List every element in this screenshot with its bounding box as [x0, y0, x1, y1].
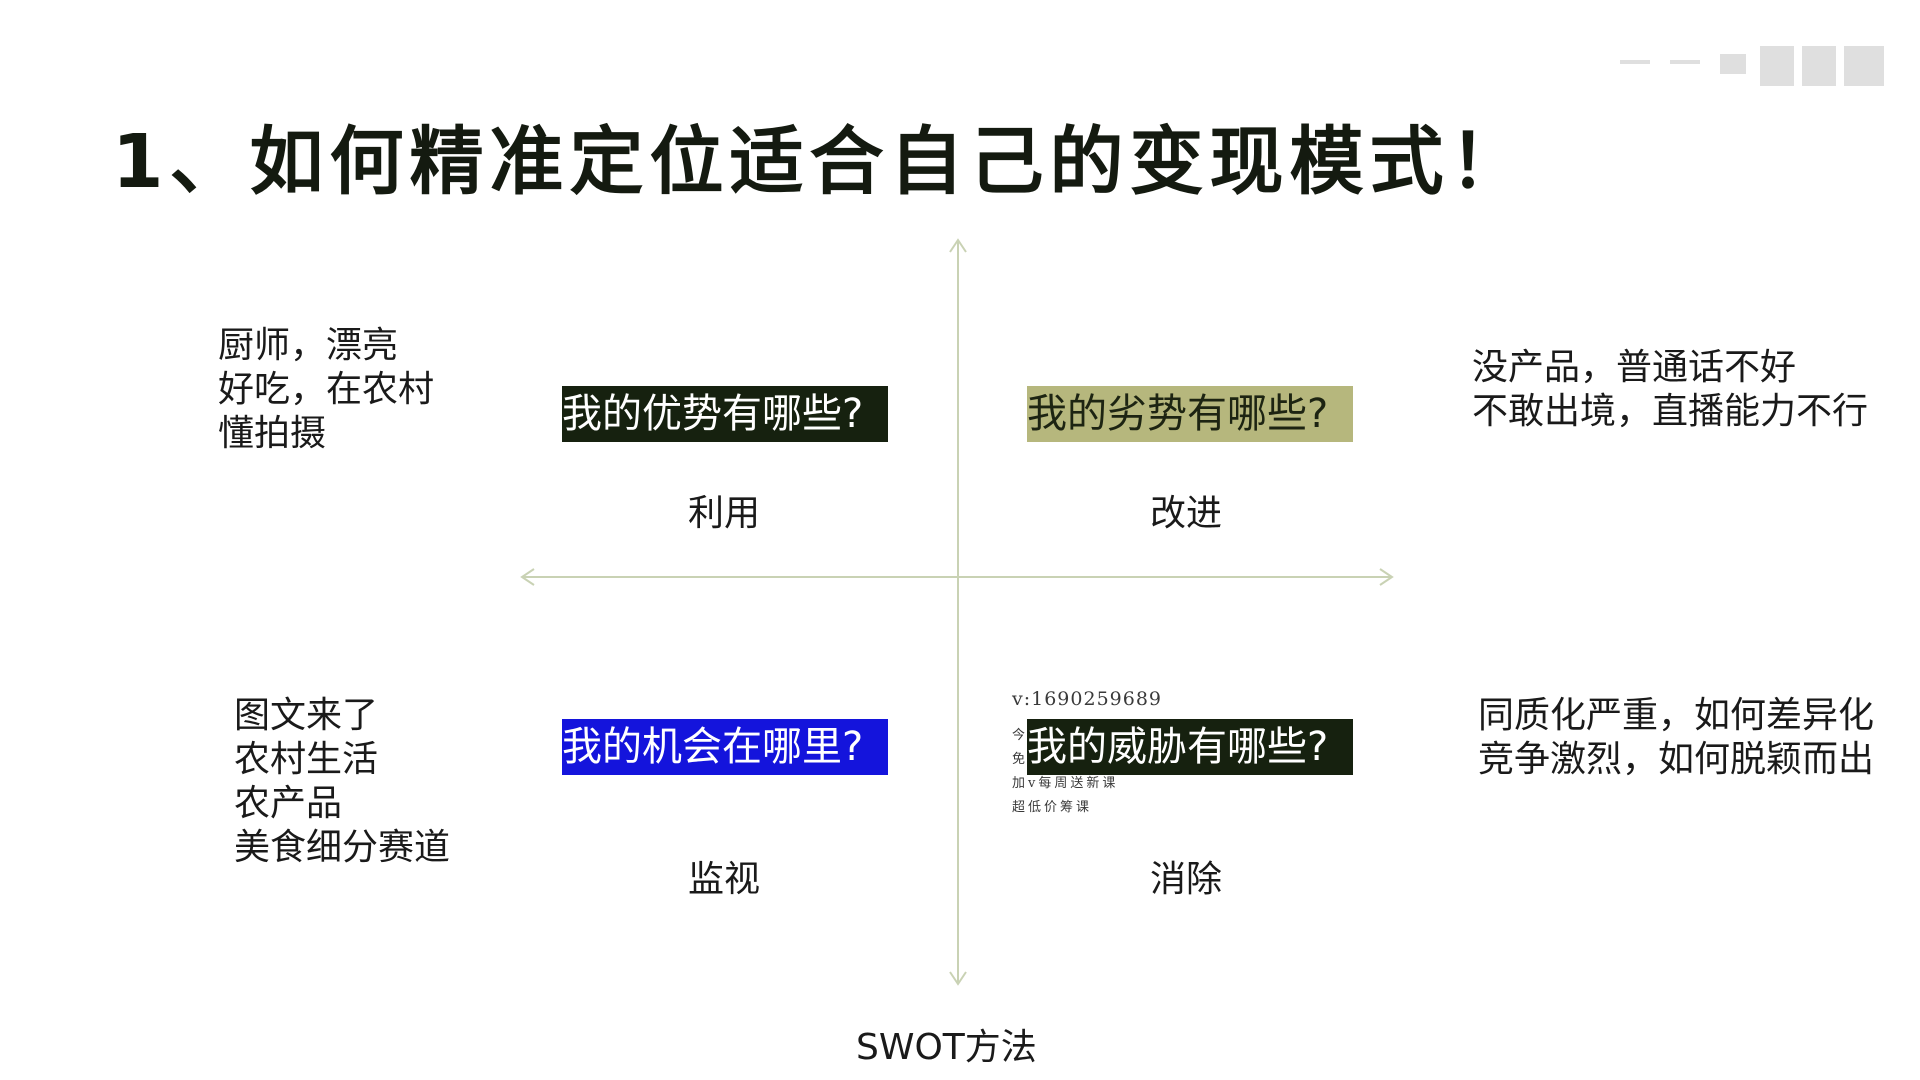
- strength-action: 利用: [688, 493, 761, 534]
- opportunity-note: 美食细分赛道: [234, 827, 451, 868]
- promo-line: 免: [1012, 752, 1029, 767]
- opportunity-note: 图文来了: [234, 695, 379, 736]
- threat-note: 同质化严重，如何差异化: [1478, 695, 1875, 736]
- strength-note: 好吃，在农村: [218, 369, 435, 410]
- weakness-question-box: 我的劣势有哪些?: [1027, 386, 1353, 442]
- swot-axes: [520, 238, 1394, 986]
- method-caption: SWOT方法: [856, 1027, 1037, 1068]
- promo-line: 加v每周送新课: [1012, 776, 1119, 791]
- threat-action: 消除: [1150, 859, 1223, 900]
- opportunity-question-box: 我的机会在哪里?: [562, 719, 888, 775]
- opportunity-note: 农村生活: [234, 739, 379, 780]
- weakness-note: 不敢出境，直播能力不行: [1472, 391, 1869, 432]
- slide: 1、如何精准定位适合自己的变现模式！ 厨师，漂亮 好吃，在农村 懂拍摄 我的优势…: [0, 0, 1920, 1080]
- strength-notes: 厨师，漂亮 好吃，在农村 懂拍摄: [218, 324, 434, 456]
- weakness-note: 没产品，普通话不好: [1472, 347, 1797, 388]
- strength-question-box: 我的优势有哪些?: [562, 386, 888, 442]
- weakness-action: 改进: [1150, 493, 1223, 534]
- opportunity-action: 监视: [688, 859, 761, 900]
- threat-question-box: 我的威胁有哪些?: [1027, 719, 1353, 775]
- promo-contact: v:1690259689: [1012, 688, 1163, 710]
- threat-note: 竞争激烈，如何脱颖而出: [1478, 739, 1875, 780]
- strength-note: 懂拍摄: [218, 413, 327, 454]
- opportunity-notes: 图文来了 农村生活 农产品 美食细分赛道: [234, 694, 450, 870]
- weakness-notes: 没产品，普通话不好 不敢出境，直播能力不行: [1472, 346, 1868, 434]
- promo-line: 超低价筹课: [1012, 800, 1093, 815]
- threat-notes: 同质化严重，如何差异化 竞争激烈，如何脱颖而出: [1478, 694, 1874, 782]
- opportunity-note: 农产品: [234, 783, 343, 824]
- promo-line: 今: [1012, 728, 1029, 743]
- strength-note: 厨师，漂亮: [218, 325, 399, 366]
